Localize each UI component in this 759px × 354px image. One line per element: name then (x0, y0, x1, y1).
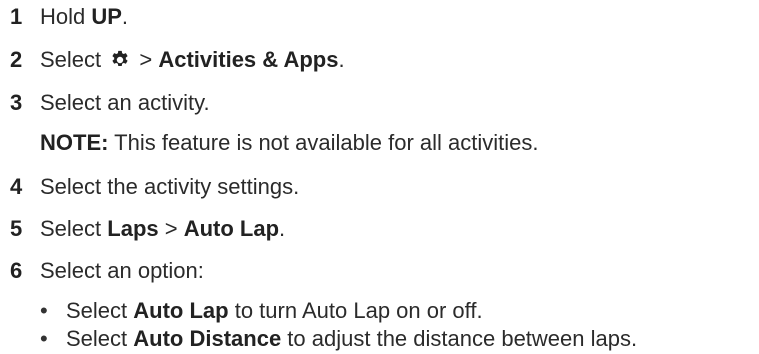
step-number: 4 (10, 174, 23, 199)
step-keyword: Auto Lap (183, 216, 280, 241)
bullet-text-pre: Select (66, 298, 134, 323)
gear-icon (109, 49, 131, 71)
step-text-pre: Select (40, 47, 108, 72)
step-keyword: Laps (107, 216, 159, 241)
bullet-keyword: Auto Lap (133, 298, 229, 323)
step-text: Select an activity. (40, 90, 210, 115)
step-keyword: Activities & Apps (158, 47, 339, 72)
bullet-text-pre: Select (66, 326, 134, 351)
step-number: 5 (10, 216, 23, 241)
bullet-text-post: to turn Auto Lap on or off. (228, 298, 483, 323)
bullet-keyword: Auto Distance (133, 326, 282, 351)
bullet-text-post: to adjust the distance between laps. (281, 326, 638, 351)
step-text: Hold UP. (40, 2, 128, 32)
step-number: 1 (10, 4, 23, 29)
step-text-pre: Select (40, 216, 108, 241)
note-text: This feature is not available for all ac… (108, 130, 539, 155)
step-text-post: . (121, 4, 129, 29)
bullet-marker: • (40, 326, 48, 351)
option-bullet: • Select Auto Distance to adjust the dist… (40, 324, 637, 354)
step-text: Select the activity settings. (40, 174, 300, 199)
step-text: Select Laps > Auto Lap. (40, 214, 285, 244)
menu-separator: > (133, 47, 159, 72)
note-label: NOTE: (40, 130, 109, 155)
step-text: Select > Activities & Apps. (40, 45, 345, 75)
step-keyword: UP (91, 4, 122, 29)
step-text-post: . (338, 47, 345, 72)
step-text-pre: Hold (40, 4, 92, 29)
step-text: Select an option: (40, 258, 204, 283)
step-number: 2 (10, 47, 23, 72)
step-number: 6 (10, 258, 23, 283)
note: NOTE: This feature is not available for … (40, 128, 538, 158)
bullet-marker: • (40, 298, 48, 323)
option-bullet: • Select Auto Lap to turn Auto Lap on or … (40, 296, 483, 326)
step-text-post: . (279, 216, 286, 241)
menu-separator: > (158, 216, 184, 241)
step-number: 3 (10, 90, 23, 115)
